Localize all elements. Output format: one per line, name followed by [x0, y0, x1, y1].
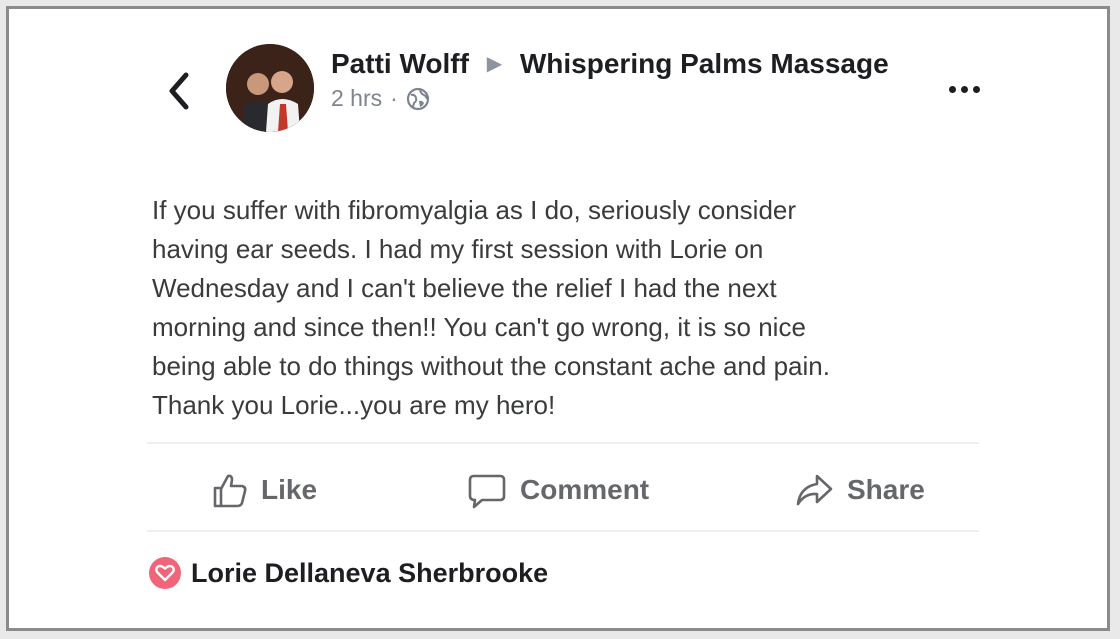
comment-button[interactable]: Comment	[466, 464, 649, 516]
divider	[147, 530, 979, 532]
profile-photo	[226, 44, 314, 132]
post-meta: 2 hrs ·	[331, 85, 891, 112]
post-card: Patti Wolff ▶ Whispering Palms Massage 2…	[6, 6, 1110, 631]
divider	[147, 442, 979, 444]
back-button[interactable]	[159, 69, 199, 113]
post-timestamp[interactable]: 2 hrs	[331, 85, 382, 112]
like-button[interactable]: Like	[209, 464, 317, 516]
globe-icon	[406, 87, 429, 110]
avatar[interactable]	[226, 44, 314, 132]
thumbs-up-icon	[213, 474, 247, 508]
post-header: Patti Wolff ▶ Whispering Palms Massage 2…	[331, 45, 891, 112]
more-options-button[interactable]	[939, 71, 989, 107]
more-options-icon	[948, 85, 956, 93]
heart-reaction-badge	[149, 557, 181, 589]
back-chevron-icon	[169, 72, 189, 110]
share-arrow-icon	[796, 474, 833, 506]
speech-bubble-icon	[468, 474, 506, 509]
post-text: If you suffer with fibromyalgia as I do,…	[152, 195, 830, 420]
comment-label: Comment	[520, 474, 650, 505]
share-button[interactable]: Share	[793, 464, 925, 516]
page-name[interactable]: Whispering Palms Massage	[520, 48, 889, 79]
like-label: Like	[261, 474, 318, 505]
shared-to-arrow-icon: ▶	[486, 53, 503, 75]
heart-icon	[155, 564, 175, 582]
reactor-name[interactable]: Lorie Dellaneva Sherbrooke	[191, 558, 548, 589]
post-title: Patti Wolff ▶ Whispering Palms Massage	[331, 45, 891, 83]
meta-separator: ·	[390, 85, 398, 111]
author-name[interactable]: Patti Wolff	[331, 48, 469, 79]
share-label: Share	[847, 474, 925, 505]
reactions-summary[interactable]: Lorie Dellaneva Sherbrooke	[149, 557, 548, 589]
post-actions: Like Comment Share	[9, 464, 1113, 516]
